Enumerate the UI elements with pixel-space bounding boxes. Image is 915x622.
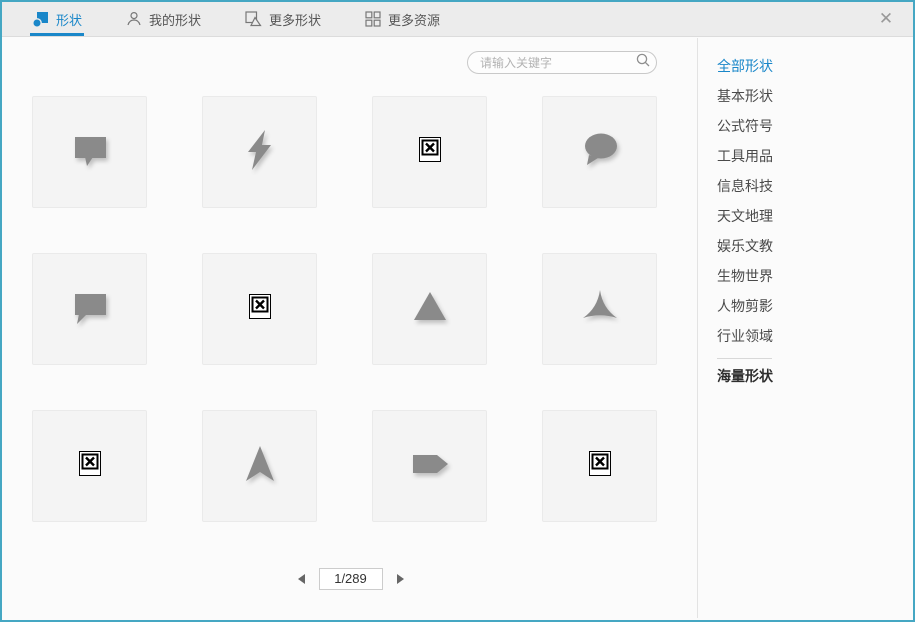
tab-bar: 形状 我的形状 更多形状 更多资源 ✕	[2, 2, 913, 37]
shape-tile[interactable]	[372, 410, 487, 522]
shape-tile[interactable]	[542, 410, 657, 522]
shape-tile[interactable]	[372, 253, 487, 365]
sidebar-category[interactable]: 生物世界	[698, 261, 911, 291]
shape-tile[interactable]	[32, 96, 147, 208]
person-icon	[126, 11, 142, 27]
shape-tile[interactable]	[202, 253, 317, 365]
prev-page-button[interactable]	[298, 574, 305, 584]
shape-tile[interactable]	[372, 96, 487, 208]
tab-more-shapes[interactable]: 更多形状	[243, 2, 323, 36]
page-indicator[interactable]: 1/289	[319, 568, 383, 590]
tab-label: 更多形状	[269, 10, 321, 29]
missing-shape-placeholder	[79, 451, 101, 481]
tricorn-concave-triangle	[576, 283, 624, 336]
shape-grid	[32, 96, 657, 522]
close-icon[interactable]: ✕	[875, 8, 897, 30]
shape-tile[interactable]	[542, 253, 657, 365]
shape-tile[interactable]	[542, 96, 657, 208]
sidebar-category[interactable]: 工具用品	[698, 141, 911, 171]
shape-tile[interactable]	[202, 410, 317, 522]
sidebar-category[interactable]: 信息科技	[698, 171, 911, 201]
sidebar-divider	[717, 358, 772, 359]
sidebar-item-massive-shapes[interactable]: 海量形状	[698, 361, 911, 391]
missing-shape-placeholder	[419, 137, 441, 167]
sidebar-category[interactable]: 全部形状	[698, 51, 911, 81]
shape-tile[interactable]	[32, 253, 147, 365]
dart-arrow-up	[236, 440, 284, 493]
missing-shape-placeholder	[589, 451, 611, 481]
sidebar-category[interactable]: 娱乐文教	[698, 231, 911, 261]
sidebar-category[interactable]: 基本形状	[698, 81, 911, 111]
search-input[interactable]	[480, 56, 635, 70]
sidebar-category[interactable]: 天文地理	[698, 201, 911, 231]
category-sidebar: 全部形状基本形状公式符号工具用品信息科技天文地理娱乐文教生物世界人物剪影行业领域…	[697, 38, 911, 618]
rect-callout-center	[66, 126, 114, 179]
search-box[interactable]	[467, 51, 657, 74]
oval-callout	[576, 126, 624, 179]
search-icon[interactable]	[635, 52, 651, 73]
grid-squares-icon	[365, 11, 381, 27]
tab-label: 形状	[56, 10, 82, 29]
missing-shape-placeholder	[249, 294, 271, 324]
shapes-icon	[32, 11, 49, 28]
lightning-bolt	[236, 126, 284, 179]
tab-label: 更多资源	[388, 10, 440, 29]
rect-callout-left	[66, 283, 114, 336]
sidebar-category[interactable]: 公式符号	[698, 111, 911, 141]
tab-label: 我的形状	[149, 10, 201, 29]
triangle-up	[406, 283, 454, 336]
sidebar-category[interactable]: 人物剪影	[698, 291, 911, 321]
main-panel: 1/289	[4, 38, 697, 618]
pentagon-arrow-right	[406, 440, 454, 493]
shape-tile[interactable]	[202, 96, 317, 208]
shape-library-window: 形状我的形状更多形状更多资源 ✕ 1/289 全部形状基本形状公式	[0, 0, 915, 622]
tab-more-resources[interactable]: 更多资源	[363, 2, 442, 36]
shape-tile[interactable]	[32, 410, 147, 522]
pagination: 1/289	[4, 568, 697, 590]
tab-shapes[interactable]: 形状	[30, 2, 84, 36]
shape-outline-icon	[245, 11, 262, 27]
next-page-button[interactable]	[397, 574, 404, 584]
tab-my-shapes[interactable]: 我的形状	[124, 2, 203, 36]
window-body: 1/289 全部形状基本形状公式符号工具用品信息科技天文地理娱乐文教生物世界人物…	[4, 38, 911, 618]
sidebar-category[interactable]: 行业领域	[698, 321, 911, 351]
